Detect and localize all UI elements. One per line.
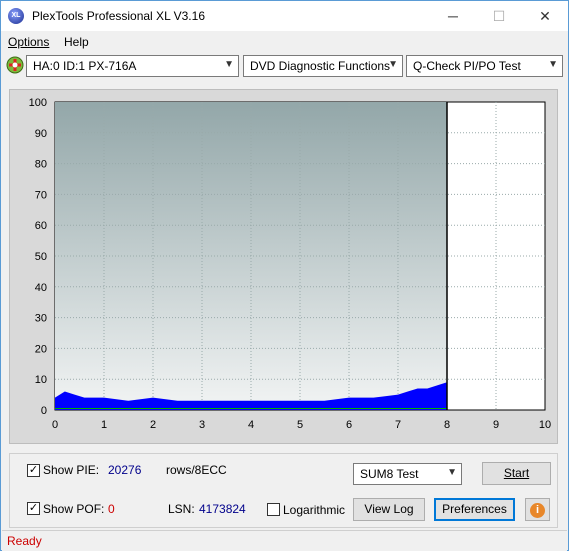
y-tick-label: 50 bbox=[35, 251, 47, 263]
y-tick-label: 30 bbox=[35, 313, 47, 325]
pof-count: 0 bbox=[108, 502, 115, 516]
status-text: Ready bbox=[7, 534, 42, 548]
function-select-value: DVD Diagnostic Functions bbox=[250, 59, 391, 73]
y-tick-label: 90 bbox=[35, 128, 47, 140]
view-log-button-label: View Log bbox=[364, 502, 414, 516]
x-tick-label: 4 bbox=[248, 419, 254, 431]
menu-help-label: Help bbox=[64, 35, 89, 49]
x-tick-label: 5 bbox=[297, 419, 303, 431]
pie-unit: rows/8ECC bbox=[166, 463, 227, 477]
show-pof-label: Show POF: bbox=[43, 502, 105, 516]
function-select[interactable]: DVD Diagnostic Functions ▼ bbox=[243, 55, 403, 77]
preferences-button-label: Preferences bbox=[442, 502, 507, 516]
drive-icon bbox=[6, 56, 24, 74]
x-tick-label: 0 bbox=[52, 419, 58, 431]
window-title: PlexTools Professional XL V3.16 bbox=[32, 9, 205, 23]
y-tick-label: 80 bbox=[35, 159, 47, 171]
y-tick-label: 60 bbox=[35, 220, 47, 232]
x-tick-label: 9 bbox=[493, 419, 499, 431]
y-tick-label: 100 bbox=[29, 97, 47, 109]
menu-options-label: Options bbox=[8, 35, 50, 49]
show-pie-label: Show PIE: bbox=[43, 463, 100, 477]
sum-test-select[interactable]: SUM8 Test ▼ bbox=[353, 463, 462, 485]
chevron-down-icon: ▼ bbox=[447, 467, 457, 478]
x-tick-label: 2 bbox=[150, 419, 156, 431]
x-tick-label: 6 bbox=[346, 419, 352, 431]
info-button[interactable]: i bbox=[525, 498, 550, 521]
x-tick-label: 7 bbox=[395, 419, 401, 431]
show-pof-checkbox[interactable]: ✓ bbox=[27, 502, 40, 515]
status-bar: Ready bbox=[2, 530, 567, 551]
drive-select-value: HA:0 ID:1 PX-716A bbox=[33, 59, 137, 73]
menu-options[interactable]: Options bbox=[8, 35, 49, 49]
menu-bar: Options Help bbox=[1, 32, 568, 52]
y-tick-label: 70 bbox=[35, 189, 47, 201]
title-bar: XL PlexTools Professional XL V3.16 ─ ☐ ✕ bbox=[1, 1, 568, 31]
close-button[interactable]: ✕ bbox=[522, 1, 568, 31]
x-tick-label: 8 bbox=[444, 419, 450, 431]
minimize-button[interactable]: ─ bbox=[430, 1, 476, 31]
lsn-value: 4173824 bbox=[199, 502, 246, 516]
menu-help[interactable]: Help bbox=[64, 35, 89, 49]
y-tick-label: 40 bbox=[35, 282, 47, 294]
x-tick-label: 3 bbox=[199, 419, 205, 431]
test-select-value: Q-Check PI/PO Test bbox=[413, 59, 521, 73]
y-tick-label: 20 bbox=[35, 343, 47, 355]
show-pie-checkbox[interactable]: ✓ bbox=[27, 464, 40, 477]
info-icon: i bbox=[530, 503, 545, 518]
pie-count: 20276 bbox=[108, 463, 142, 477]
pipo-chart: 0 10 20 30 40 50 60 70 80 90 100 0 1 2 3 4 5 6 7 8 9 10 bbox=[29, 97, 551, 431]
logarithmic-checkbox[interactable] bbox=[267, 503, 280, 516]
chevron-down-icon: ▼ bbox=[548, 59, 558, 70]
drive-select[interactable]: HA:0 ID:1 PX-716A ▼ bbox=[26, 55, 239, 77]
start-button[interactable]: Start bbox=[482, 462, 551, 485]
x-tick-label: 10 bbox=[539, 419, 551, 431]
y-tick-label: 10 bbox=[35, 374, 47, 386]
app-icon: XL bbox=[8, 8, 24, 24]
maximize-button[interactable]: ☐ bbox=[476, 1, 522, 31]
y-tick-label: 0 bbox=[41, 405, 47, 417]
chevron-down-icon: ▼ bbox=[388, 59, 398, 70]
view-log-button[interactable]: View Log bbox=[353, 498, 425, 521]
start-button-label: Start bbox=[503, 466, 530, 480]
chevron-down-icon: ▼ bbox=[224, 59, 234, 70]
chart-area: 0 10 20 30 40 50 60 70 80 90 100 0 1 2 3 4 5 6 7 8 9 10 bbox=[9, 89, 558, 444]
sum-test-select-value: SUM8 Test bbox=[360, 467, 419, 481]
logarithmic-label: Logarithmic bbox=[283, 503, 346, 517]
test-select[interactable]: Q-Check PI/PO Test ▼ bbox=[406, 55, 563, 77]
app-window: XL PlexTools Professional XL V3.16 ─ ☐ ✕… bbox=[0, 0, 569, 551]
x-tick-label: 1 bbox=[101, 419, 107, 431]
lsn-label: LSN: bbox=[168, 502, 195, 516]
preferences-button[interactable]: Preferences bbox=[434, 498, 515, 521]
